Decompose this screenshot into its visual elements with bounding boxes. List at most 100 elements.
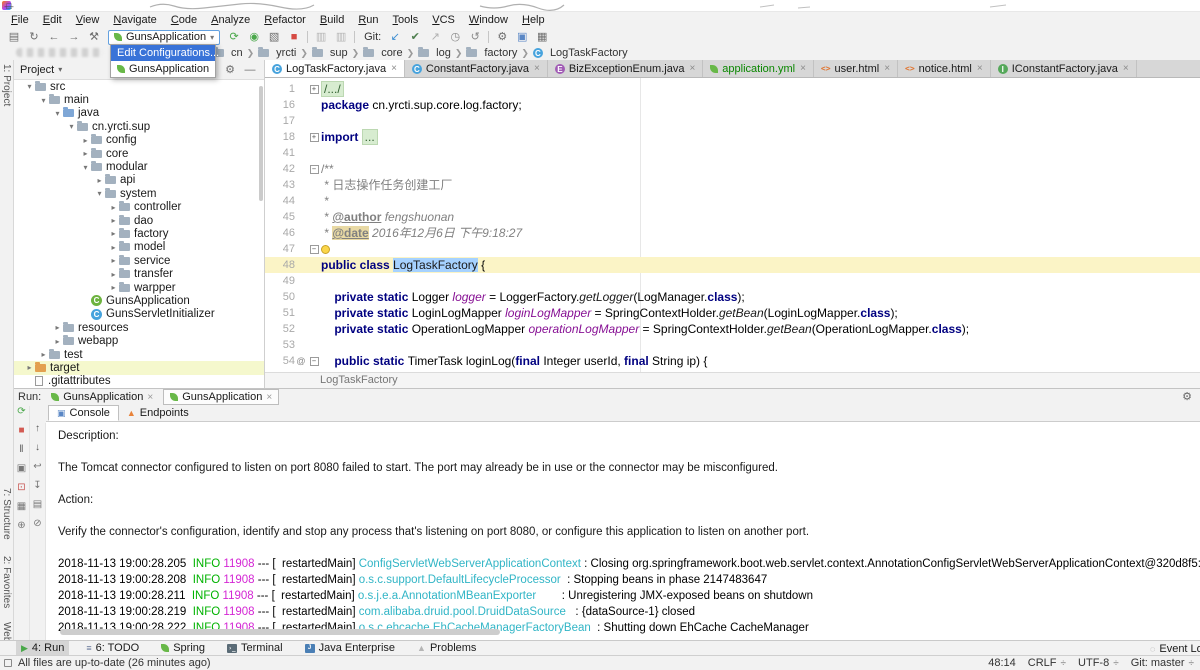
code-line-50[interactable]: 50 private static Logger logger = Logger…: [265, 289, 1200, 305]
tree-item-transfer[interactable]: ▸ transfer: [14, 267, 264, 280]
dropdown-item-gunsapplication[interactable]: GunsApplication: [111, 61, 215, 77]
code-line-16[interactable]: 16 package cn.yrcti.sup.core.log.factory;: [265, 97, 1200, 113]
chevron-icon[interactable]: ▾: [80, 163, 91, 172]
close-icon[interactable]: ×: [800, 63, 806, 74]
menu-refactor[interactable]: Refactor: [257, 14, 313, 26]
menu-code[interactable]: Code: [164, 14, 204, 26]
coverage-icon[interactable]: ▧: [264, 29, 284, 45]
back-icon[interactable]: ←: [44, 29, 64, 45]
chevron-icon[interactable]: ▾: [38, 96, 49, 105]
console-horizontal-scrollbar[interactable]: [60, 629, 500, 635]
code-line-1[interactable]: 1 +/.../: [265, 81, 1200, 97]
breadcrumb-logtaskfactory[interactable]: C LogTaskFactory: [532, 47, 628, 59]
chevron-icon[interactable]: ▸: [38, 350, 49, 359]
tool-window-button-terminal[interactable]: ›_ Terminal: [222, 641, 288, 656]
chevron-icon[interactable]: ▸: [80, 136, 91, 145]
menu-file[interactable]: File: [4, 14, 36, 26]
tree-item-gunsservletinitializer[interactable]: C GunsServletInitializer: [14, 308, 264, 321]
tree-item-controller[interactable]: ▸ controller: [14, 201, 264, 214]
tree-item-model[interactable]: ▸ model: [14, 241, 264, 254]
debug-icon[interactable]: ◉: [244, 29, 264, 45]
down-stack-icon[interactable]: ↓: [35, 442, 40, 453]
build-hammer-icon[interactable]: ⚒: [84, 29, 104, 45]
close-icon[interactable]: ×: [884, 63, 890, 74]
chevron-icon[interactable]: ▸: [108, 256, 119, 265]
menu-window[interactable]: Window: [462, 14, 515, 26]
code-line-17[interactable]: 17: [265, 113, 1200, 129]
code-line-44[interactable]: 44 *: [265, 193, 1200, 209]
status-widget-crlf[interactable]: CRLF ÷: [1028, 657, 1066, 669]
tree-item-factory[interactable]: ▸ factory: [14, 227, 264, 240]
git-commit-icon[interactable]: ✔: [405, 29, 425, 45]
tool-window-button-6-todo[interactable]: ≡ 6: TODO: [81, 641, 144, 656]
tool-window-button-problems[interactable]: ▲ Problems: [412, 641, 481, 656]
menu-analyze[interactable]: Analyze: [204, 14, 257, 26]
view-tab-console[interactable]: ▣ Console: [48, 405, 119, 421]
breadcrumb-factory[interactable]: factory: [466, 47, 517, 59]
chevron-icon[interactable]: ▸: [52, 337, 63, 346]
tree-item-gitattributes[interactable]: .gitattributes: [14, 375, 264, 388]
menu-run[interactable]: Run: [351, 14, 385, 26]
status-widget-git-master[interactable]: Git: master ÷: [1131, 657, 1194, 669]
scroll-end-icon[interactable]: ↧: [33, 480, 41, 491]
breadcrumb-yrcti[interactable]: yrcti: [258, 47, 296, 59]
tree-item-service[interactable]: ▸ service: [14, 254, 264, 267]
code-editor[interactable]: 1 +/.../16 package cn.yrcti.sup.core.log.f…: [265, 78, 1200, 372]
dashboard-icon[interactable]: ▥: [311, 29, 331, 45]
tree-item-webapp[interactable]: ▸ webapp: [14, 334, 264, 347]
intention-bulb-icon[interactable]: [321, 245, 330, 254]
soft-wrap-icon[interactable]: ↩: [33, 461, 41, 472]
tree-item-modular[interactable]: ▾ modular: [14, 160, 264, 173]
project-structure-icon[interactable]: ▣: [512, 29, 532, 45]
tree-item-resources[interactable]: ▸ resources: [14, 321, 264, 334]
pause-icon[interactable]: ‖: [19, 444, 23, 455]
gear-icon[interactable]: ⚙: [222, 63, 238, 76]
chevron-icon[interactable]: ▸: [108, 229, 119, 238]
sync-icon[interactable]: ↻: [24, 29, 44, 45]
chevron-icon[interactable]: ▸: [80, 149, 91, 158]
code-line-48[interactable]: 48 public class LogTaskFactory {: [265, 257, 1200, 273]
view-tab-endpoints[interactable]: ▲ Endpoints: [119, 405, 197, 421]
stop-icon[interactable]: ■: [18, 425, 24, 436]
chevron-icon[interactable]: ▾: [24, 82, 35, 91]
close-icon[interactable]: ×: [391, 63, 397, 74]
git-push-icon[interactable]: ↗: [425, 29, 445, 45]
close-icon[interactable]: ×: [147, 392, 153, 403]
rerun-icon[interactable]: ⟳: [17, 406, 25, 417]
fold-marker-icon[interactable]: −: [307, 241, 321, 257]
code-line-49[interactable]: 49: [265, 273, 1200, 289]
menu-edit[interactable]: Edit: [36, 14, 69, 26]
balance-icon[interactable]: ▥: [331, 29, 351, 45]
save-icon[interactable]: ▤: [4, 29, 24, 45]
screenshot-icon[interactable]: ▣: [17, 463, 26, 474]
window-maximize-button[interactable]: □: [0, 0, 18, 12]
status-widget-48-14[interactable]: 48:14: [988, 657, 1016, 669]
editor-tab-application-yml[interactable]: application.yml ×: [703, 60, 814, 77]
chevron-icon[interactable]: ▸: [52, 323, 63, 332]
code-line-53[interactable]: 53: [265, 337, 1200, 353]
tree-item-java[interactable]: ▾ java: [14, 107, 264, 120]
git-rollback-icon[interactable]: ↺: [465, 29, 485, 45]
tool-window-button-favorites[interactable]: 2: Favorites: [1, 556, 12, 608]
tool-window-button-structure[interactable]: 7: Structure: [1, 488, 12, 540]
settings-wrench-icon[interactable]: ⚙: [492, 29, 512, 45]
save-all-icon[interactable]: ▦: [532, 29, 552, 45]
chevron-icon[interactable]: ▸: [94, 176, 105, 185]
code-line-47[interactable]: 47−: [265, 241, 1200, 257]
breadcrumb-log[interactable]: log: [418, 47, 451, 59]
pin-icon[interactable]: ⊕: [17, 520, 25, 531]
editor-tab-bizexceptionenum-java[interactable]: E BizExceptionEnum.java ×: [548, 60, 704, 77]
git-update-icon[interactable]: ↙: [385, 29, 405, 45]
tool-window-button-spring[interactable]: Spring: [156, 641, 210, 656]
chevron-icon[interactable]: ▸: [24, 363, 35, 372]
menu-view[interactable]: View: [69, 14, 107, 26]
code-line-46[interactable]: 46 * @date 2016年12月6日 下午9:18:27: [265, 225, 1200, 241]
project-panel-title[interactable]: Project: [20, 64, 54, 76]
code-line-45[interactable]: 45 * @author fengshuonan: [265, 209, 1200, 225]
fold-marker-icon[interactable]: +: [307, 81, 321, 97]
tree-item-test[interactable]: ▸ test: [14, 348, 264, 361]
close-icon[interactable]: ×: [1123, 63, 1129, 74]
chevron-icon[interactable]: ▸: [108, 283, 119, 292]
menu-help[interactable]: Help: [515, 14, 552, 26]
fold-marker-icon[interactable]: +: [307, 129, 321, 145]
